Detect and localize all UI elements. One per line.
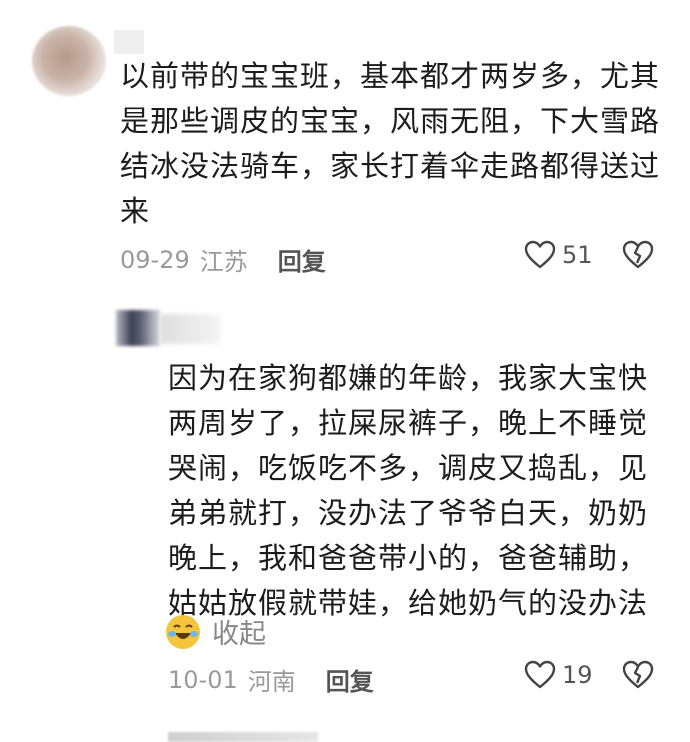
- reply-date: 10-01: [168, 665, 238, 694]
- like-count: 19: [562, 661, 593, 689]
- broken-heart-icon: [622, 240, 654, 269]
- dislike-button[interactable]: [622, 240, 654, 274]
- comment-meta: 09-29 江苏 回复: [120, 242, 326, 277]
- reply-button[interactable]: 回复: [326, 662, 374, 697]
- reply-meta: 10-01 河南 回复: [168, 662, 374, 697]
- comment-date: 09-29: [120, 245, 190, 274]
- reply-username-blur[interactable]: [160, 314, 220, 344]
- collapse-row: 收起: [166, 612, 266, 651]
- like-count: 51: [562, 241, 593, 269]
- reply-location: 河南: [247, 668, 296, 696]
- heart-icon: [524, 240, 556, 269]
- laughing-crying-emoji: [166, 614, 200, 649]
- like-button[interactable]: 19: [524, 660, 593, 690]
- dislike-button[interactable]: [622, 660, 654, 694]
- reply-button[interactable]: 回复: [278, 242, 326, 277]
- reply-text: 因为在家狗都嫌的年龄，我家大宝快 两周岁了，拉屎尿裤子，晚上不睡觉 哭闹，吃饭吃…: [168, 361, 649, 620]
- collapse-button[interactable]: 收起: [212, 612, 266, 651]
- comment-text: 以前带的宝宝班，基本都才两岁多，尤其 是那些调皮的宝宝，风雨无阻，下大雪路 结冰…: [120, 59, 661, 228]
- username-blur[interactable]: [114, 30, 144, 54]
- reply-avatar[interactable]: [116, 310, 160, 346]
- heart-icon: [524, 660, 556, 689]
- avatar[interactable]: [32, 26, 106, 96]
- next-item-partial: [168, 732, 318, 742]
- like-button[interactable]: 51: [524, 240, 593, 270]
- comment-location: 江苏: [199, 248, 248, 276]
- broken-heart-icon: [622, 660, 654, 689]
